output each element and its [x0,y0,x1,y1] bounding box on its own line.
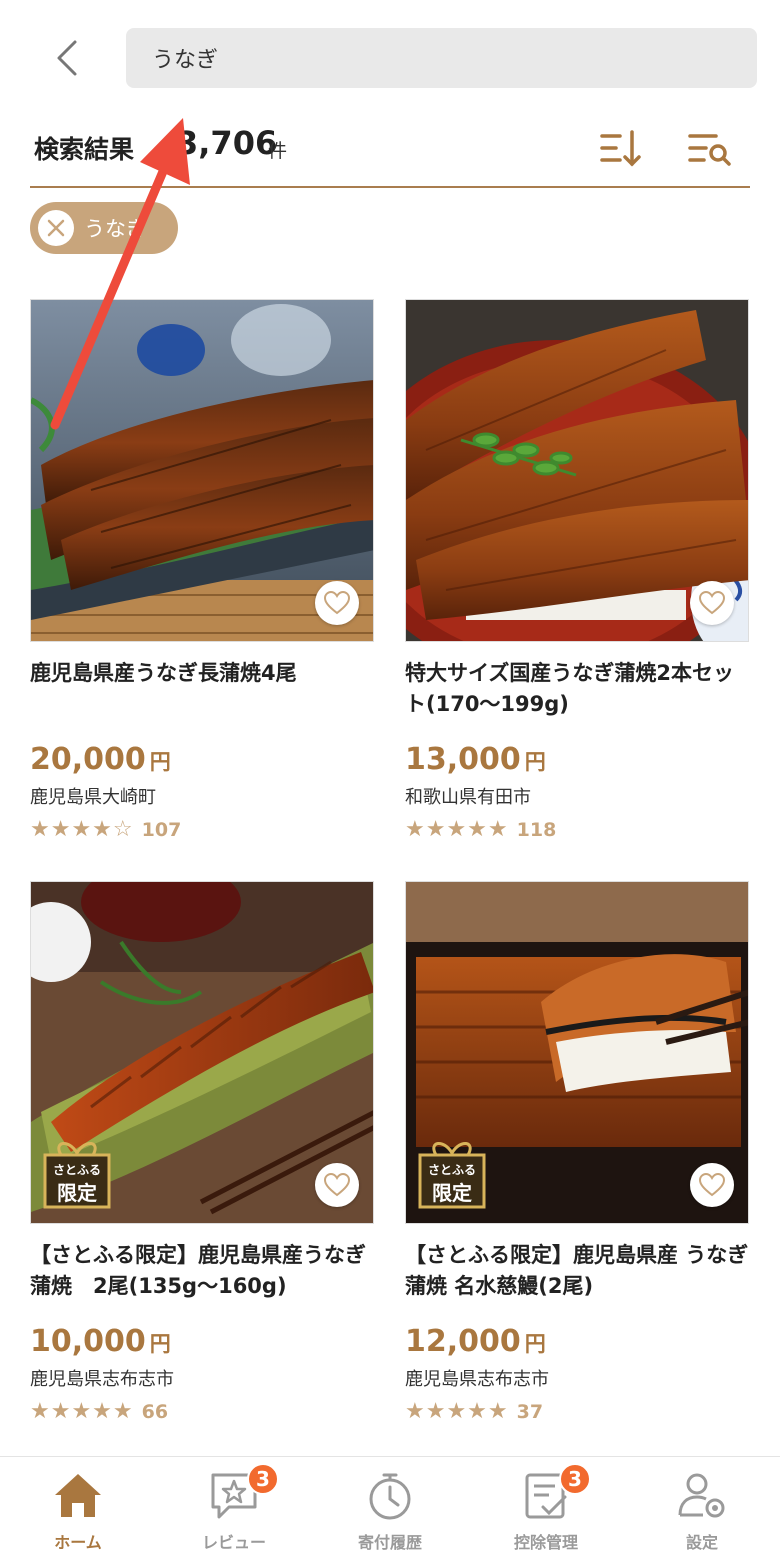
review-count: 66 [141,1400,169,1423]
product-rating: ★★★★★ 118 [405,817,749,842]
favorite-button[interactable] [690,1163,734,1207]
price-amount: 13,000 [405,742,521,777]
review-count: 118 [516,818,557,841]
chevron-left-icon [57,40,77,76]
price-unit: 円 [524,750,546,774]
filter-chip[interactable]: うなぎ [30,202,178,254]
result-count: 3,706 [176,124,278,162]
sort-button[interactable] [596,124,646,174]
price-amount: 12,000 [405,1324,521,1359]
product-price: 10,000 円 [30,1324,374,1359]
price-unit: 円 [149,750,171,774]
product-price: 13,000 円 [405,742,749,777]
price-unit: 円 [149,1332,171,1356]
home-icon [55,1474,101,1517]
filter-search-button[interactable] [686,124,736,174]
result-label: 検索結果 [34,135,135,164]
star-rating-icon: ★★★★★ [405,1399,509,1424]
remove-filter-button[interactable] [38,210,74,246]
product-title[interactable]: 特大サイズ国産うなぎ蒲焼2本セット(170〜199g) [405,658,749,720]
back-button[interactable] [40,30,96,86]
notification-badge: 3 [247,1463,279,1495]
product-town: 鹿児島県志布志市 [405,1369,549,1390]
filter-search-icon [688,134,731,166]
stopwatch-icon [369,1473,411,1520]
favorite-button[interactable] [315,581,359,625]
star-rating-icon: ★★★★★ [405,817,509,842]
search-input[interactable] [152,45,757,71]
price-unit: 円 [524,1332,546,1356]
product-title[interactable]: 【さとふる限定】鹿児島県産うなぎ蒲焼 2尾(135g〜160g) [30,1240,374,1302]
product-title[interactable]: 【さとふる限定】鹿児島県産 うなぎ蒲焼 名水慈鰻(2尾) [405,1240,749,1302]
product-title[interactable]: 鹿児島県産うなぎ長蒲焼4尾 [30,658,374,720]
tab-label: 寄付履歴 [357,1533,422,1552]
product-card[interactable]: 特大サイズ国産うなぎ蒲焼2本セット(170〜199g) 13,000 円 和歌山県… [405,299,749,842]
limited-badge-line1: さとふる [427,1163,476,1177]
limited-badge: さとふる 限定 [414,1137,490,1213]
product-card[interactable]: さとふる 限定 【さとふる限定】鹿児島県産うなぎ蒲焼 2尾(135g〜160g)… [30,881,374,1424]
product-rating: ★★★★★ 37 [405,1399,749,1424]
product-town: 鹿児島県志布志市 [30,1369,174,1390]
filter-chip-label: うなぎ [84,217,147,241]
price-amount: 20,000 [30,742,146,777]
product-card[interactable]: 鹿児島県産うなぎ長蒲焼4尾 20,000 円 鹿児島県大崎町 ★★★★☆ 107 [30,299,374,842]
tab-review[interactable]: 3 レビュー [164,1463,304,1559]
limited-badge-line2: 限定 [57,1181,97,1205]
product-price: 12,000 円 [405,1324,749,1359]
star-rating-icon: ★★★★☆ [30,817,134,842]
close-icon [47,219,65,237]
review-count: 107 [141,818,182,841]
product-rating: ★★★★☆ 107 [30,817,374,842]
top-bar [0,0,780,110]
limited-badge-line1: さとふる [52,1163,101,1177]
product-image[interactable] [30,299,374,642]
product-town: 鹿児島県大崎町 [30,787,156,808]
product-town: 和歌山県有田市 [405,787,531,808]
heart-icon [699,1173,725,1197]
sort-icon [600,130,641,167]
user-settings-icon [678,1473,725,1518]
result-unit: 件 [268,140,288,162]
tab-label: レビュー [201,1533,266,1552]
review-count: 37 [516,1400,544,1423]
tab-settings[interactable]: 設定 [632,1469,772,1559]
favorite-button[interactable] [690,581,734,625]
heart-icon [699,591,725,615]
product-image[interactable]: さとふる 限定 [30,881,374,1224]
limited-badge-line2: 限定 [432,1181,472,1205]
tab-donation-history[interactable]: 寄付履歴 [320,1469,460,1559]
star-rating-icon: ★★★★★ [30,1399,134,1424]
search-box[interactable] [126,28,757,88]
product-price: 20,000 円 [30,742,374,777]
notification-badge: 3 [559,1463,591,1495]
heart-icon [324,1173,350,1197]
tab-label: 控除管理 [513,1533,578,1552]
tab-deduction[interactable]: 3 控除管理 [476,1463,616,1559]
tab-home[interactable]: ホーム [8,1469,148,1559]
tab-label: ホーム [54,1533,102,1552]
bottom-tab-bar: ホーム 3 レビュー 寄付履歴 3 控除管理 設定 [0,1456,780,1566]
product-rating: ★★★★★ 66 [30,1399,374,1424]
product-card[interactable]: さとふる 限定 【さとふる限定】鹿児島県産 うなぎ蒲焼 名水慈鰻(2尾) 12,… [405,881,749,1424]
limited-badge: さとふる 限定 [39,1137,115,1213]
tab-label: 設定 [685,1533,718,1552]
heart-icon [324,591,350,615]
result-summary: 検索結果 3,706 件 [30,120,750,188]
product-image[interactable]: さとふる 限定 [405,881,749,1224]
product-image[interactable] [405,299,749,642]
price-amount: 10,000 [30,1324,146,1359]
favorite-button[interactable] [315,1163,359,1207]
